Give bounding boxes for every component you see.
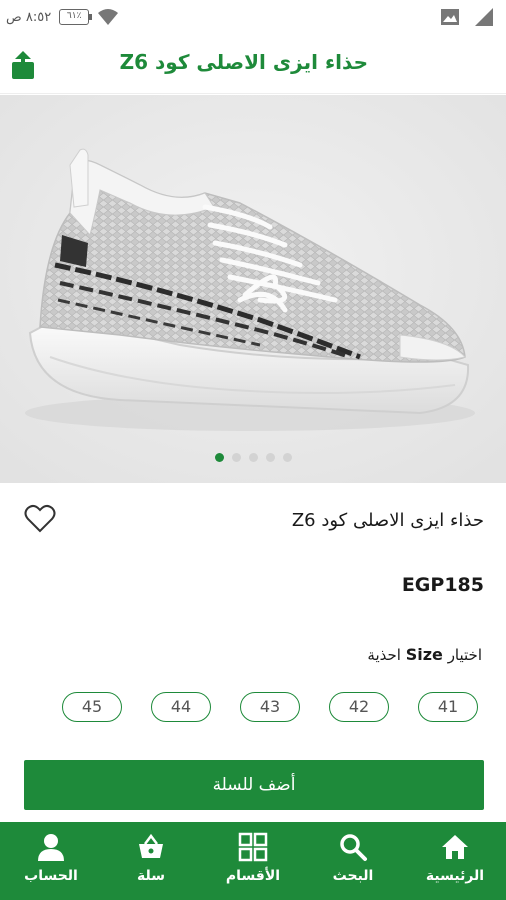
nav-item-search[interactable]: البحث — [308, 822, 398, 900]
nav-label-categories: الأقسام — [225, 868, 281, 884]
nav-icon-wrap — [208, 832, 298, 862]
product-name: حذاء ايزى الاصلى كود Z6 — [291, 510, 484, 531]
gallery-indicator — [0, 453, 506, 462]
gallery-dot[interactable] — [248, 453, 258, 462]
wifi-icon — [98, 9, 119, 25]
basket-icon — [139, 833, 163, 858]
nav-icon-wrap — [106, 832, 196, 862]
nav-item-categories[interactable]: الأقسام — [208, 822, 298, 900]
app-header: حذاء ايزى الاصلى كود Z6 — [0, 34, 506, 94]
image-icon — [441, 9, 459, 25]
battery-icon: ٦١٪ — [59, 9, 93, 25]
page-title: حذاء ايزى الاصلى كود Z6 — [119, 50, 368, 74]
share-icon — [12, 51, 34, 79]
nav-label-account: الحساب — [24, 868, 78, 884]
size-label-suffix: احذية — [367, 646, 401, 664]
nav-icon-wrap — [6, 832, 96, 862]
nav-label-cart: سلة — [137, 868, 165, 884]
heart-icon — [24, 504, 56, 533]
size-chip-43[interactable]: 43 — [240, 692, 300, 722]
nav-label-home: الرئيسية — [425, 868, 485, 884]
status-left: ٨:٥٢ ص ٦١٪ — [6, 8, 119, 26]
home-icon — [442, 835, 468, 859]
status-right — [440, 7, 494, 27]
sneaker-image — [0, 95, 506, 483]
nav-item-account[interactable]: الحساب — [6, 822, 96, 900]
grid-icon — [238, 832, 268, 862]
bottom-nav: الرئيسية البحث الأقسام سلة الحساب — [0, 822, 506, 900]
product-price: EGP185 — [401, 574, 484, 596]
add-to-cart-button[interactable]: أضف للسلة — [24, 760, 484, 810]
product-image[interactable] — [0, 95, 506, 483]
gallery-dot[interactable] — [282, 453, 292, 462]
share-button[interactable] — [10, 50, 36, 80]
status-time: ٨:٥٢ ص — [6, 9, 52, 25]
nav-item-cart[interactable]: سلة — [106, 822, 196, 900]
size-label: اختيار Size احذية — [367, 645, 482, 664]
size-chip-45[interactable]: 45 — [62, 692, 122, 722]
favorite-button[interactable] — [24, 504, 56, 534]
gallery-dot[interactable] — [265, 453, 275, 462]
size-chip-44[interactable]: 44 — [151, 692, 211, 722]
size-chip-42[interactable]: 42 — [329, 692, 389, 722]
nav-icon-wrap — [308, 832, 398, 862]
size-label-prefix: اختيار — [447, 646, 482, 664]
nav-icon-wrap — [410, 832, 500, 862]
gallery-dot[interactable] — [214, 453, 224, 462]
signal-icon — [475, 8, 493, 26]
size-chip-41[interactable]: 41 — [418, 692, 478, 722]
size-label-bold: Size — [405, 645, 443, 664]
nav-item-home[interactable]: الرئيسية — [410, 822, 500, 900]
nav-label-search: البحث — [332, 868, 374, 884]
account-icon — [38, 834, 64, 861]
search-icon — [340, 834, 367, 861]
status-bar: ٨:٥٢ ص ٦١٪ — [0, 0, 506, 34]
gallery-dot[interactable] — [231, 453, 241, 462]
size-options: 45 44 43 42 41 — [62, 692, 480, 724]
